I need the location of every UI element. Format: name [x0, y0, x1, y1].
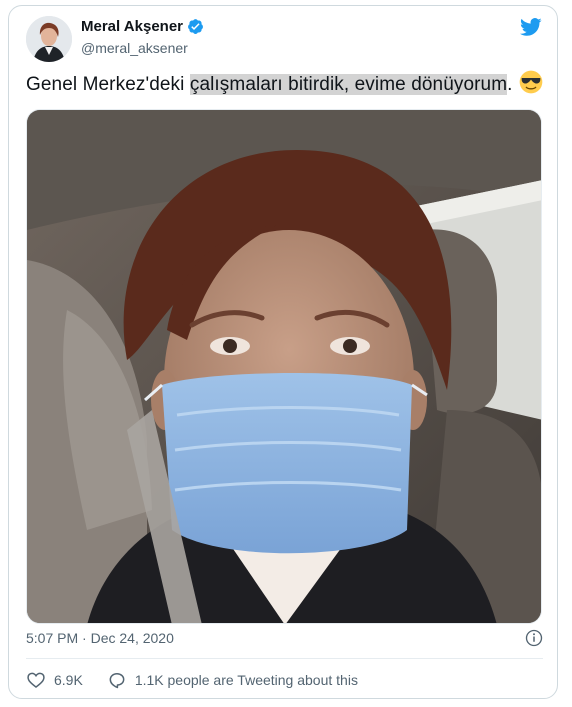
tweet-photo[interactable] [26, 109, 542, 624]
avatar[interactable] [26, 16, 72, 62]
info-icon[interactable] [525, 629, 543, 647]
verified-badge-icon [188, 19, 203, 34]
tweet-text-highlighted: çalışmaları bitirdik, evime dönüyorum [189, 74, 508, 95]
author-handle[interactable]: @meral_aksener [81, 40, 188, 56]
sunglasses-emoji-icon [519, 70, 542, 94]
tweet-timestamp[interactable]: 5:07 PM · Dec 24, 2020 [26, 630, 174, 646]
selfie-in-car-image [27, 110, 541, 623]
tweeting-about-label: 1.1K people are Tweeting about this [134, 672, 358, 688]
twitter-logo-icon[interactable] [519, 16, 543, 38]
heart-icon [27, 672, 45, 689]
conversation-button[interactable]: 1.1K people are Tweeting about this [107, 670, 358, 690]
tweet-text-start: Genel Merkez'deki [26, 74, 190, 95]
divider [26, 658, 543, 659]
comment-bubble-icon [109, 673, 125, 689]
tweet-actions: 6.9K 1.1K people are Tweeting about this [26, 670, 382, 690]
tweet-card: Meral Akşener @meral_aksener Genel Merke… [8, 5, 558, 699]
tweet-text-end: . [507, 74, 513, 95]
author-name[interactable]: Meral Akşener [81, 18, 183, 35]
like-count: 6.9K [54, 672, 83, 688]
like-button[interactable]: 6.9K [26, 670, 83, 690]
tweet-text: Genel Merkez'deki çalışmaları bitirdik, … [26, 70, 546, 99]
